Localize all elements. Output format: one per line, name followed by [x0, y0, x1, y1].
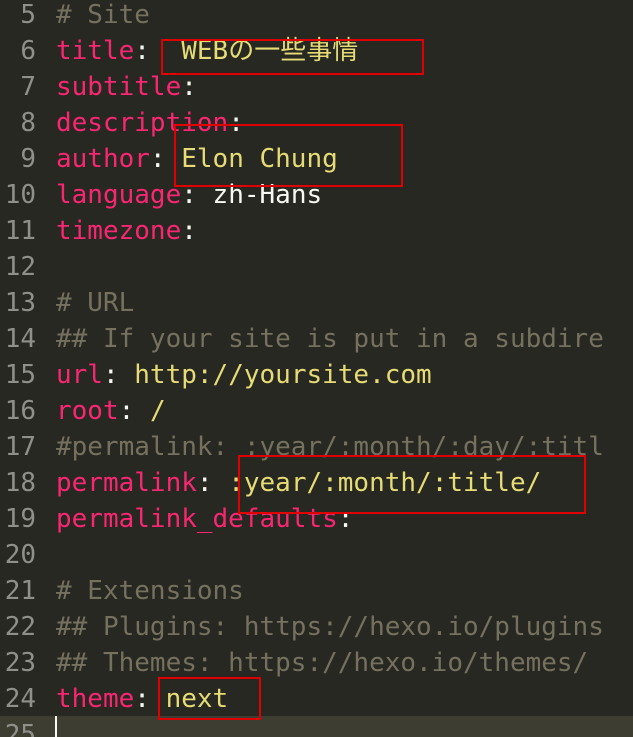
line-number: 15 [4, 360, 36, 390]
code-line[interactable]: 24 theme: next [0, 681, 633, 717]
code-line[interactable]: 12 [0, 249, 633, 285]
line-number: 7 [20, 72, 36, 102]
line-content: # URL [56, 285, 134, 321]
line-number: 16 [4, 396, 36, 426]
code-line[interactable]: 25 [0, 717, 633, 737]
line-number: 8 [20, 108, 36, 138]
line-number: 20 [4, 540, 36, 570]
token-punc: : [149, 144, 182, 174]
token-punc: : [181, 72, 197, 102]
line-number: 11 [4, 216, 36, 246]
token-comment: ## Themes: https://hexo.io/themes/ [56, 648, 589, 678]
token-key: subtitle [56, 72, 182, 102]
token-key: url [56, 360, 103, 390]
token-punc: : [337, 504, 354, 534]
token-comment: #permalink: :year/:month/:day/:titl [56, 432, 604, 462]
token-plain: zh-Hans [212, 180, 323, 210]
token-key: author [56, 144, 150, 174]
line-content: title: WEBの一些事情 [56, 33, 358, 69]
line-content: timezone: [56, 213, 197, 249]
token-key: permalink [56, 468, 197, 498]
line-number: 14 [4, 324, 36, 354]
code-line[interactable]: 10 language: zh-Hans [0, 177, 633, 213]
code-line[interactable]: 19 permalink_defaults: [0, 501, 633, 537]
line-content: ## Themes: https://hexo.io/themes/ [56, 645, 588, 681]
token-key: theme [56, 684, 135, 714]
token-punc: : [228, 108, 244, 138]
token-punc: : [102, 360, 135, 390]
token-punc: : [134, 684, 166, 714]
line-content: author: Elon Chung [56, 141, 338, 177]
line-content: # Extensions [56, 573, 244, 609]
code-line[interactable]: 17 #permalink: :year/:month/:day/:titl [0, 429, 633, 465]
token-val: Elon Chung [181, 144, 338, 174]
token-val: next [165, 684, 229, 714]
token-key: description [56, 108, 229, 138]
code-line[interactable]: 22 ## Plugins: https://hexo.io/plugins [0, 609, 633, 645]
line-number: 22 [4, 612, 36, 642]
code-editor[interactable]: 5 # Site 6 title: WEBの一些事情 7 subtitle: 8 descri… [0, 0, 633, 737]
line-number: 9 [20, 144, 36, 174]
token-val: WEBの一些事情 [181, 36, 359, 66]
token-comment: # Extensions [56, 576, 244, 606]
line-number: 21 [4, 576, 36, 606]
line-number: 24 [4, 684, 36, 714]
token-punc: : [196, 468, 229, 498]
token-comment: ## If your site is put in a subdire [56, 324, 604, 354]
line-content: permalink: :year/:month/:title/ [56, 465, 541, 501]
text-cursor [55, 716, 57, 737]
line-number: 12 [4, 252, 36, 282]
line-content: #permalink: :year/:month/:day/:titl [56, 429, 604, 465]
token-comment: # URL [56, 288, 135, 318]
token-val: / [149, 396, 166, 426]
code-line[interactable]: 16 root: / [0, 393, 633, 429]
code-line[interactable]: 9 author: Elon Chung [0, 141, 633, 177]
code-line[interactable]: 11 timezone: [0, 213, 633, 249]
code-line[interactable]: 20 [0, 537, 633, 573]
line-number: 10 [4, 180, 36, 210]
token-punc: : [181, 216, 197, 246]
token-key: language [56, 180, 182, 210]
line-number: 13 [4, 288, 36, 318]
line-content: # Site [56, 0, 150, 33]
line-content: ## Plugins: https://hexo.io/plugins [56, 609, 604, 645]
code-line[interactable]: 7 subtitle: [0, 69, 633, 105]
code-line[interactable]: 6 title: WEBの一些事情 [0, 33, 633, 69]
token-key: timezone [56, 216, 182, 246]
line-content: permalink_defaults: [56, 501, 353, 537]
code-line[interactable]: 23 ## Themes: https://hexo.io/themes/ [0, 645, 633, 681]
line-content: language: zh-Hans [56, 177, 322, 213]
token-key: permalink_defaults [56, 504, 338, 534]
line-number: 25 [4, 720, 36, 737]
token-punc: : [181, 180, 213, 210]
token-key: root [56, 396, 119, 426]
token-punc: : [134, 36, 182, 66]
token-key: title [56, 36, 135, 66]
line-number: 17 [4, 432, 36, 462]
line-content: root: / [56, 393, 166, 429]
line-number: 19 [4, 504, 36, 534]
line-number: 6 [20, 36, 36, 66]
code-line[interactable]: 5 # Site [0, 0, 633, 33]
line-number: 23 [4, 648, 36, 678]
code-line[interactable]: 13 # URL [0, 285, 633, 321]
code-line[interactable]: 15 url: http://yoursite.com [0, 357, 633, 393]
line-content: url: http://yoursite.com [56, 357, 432, 393]
line-content: description: [56, 105, 244, 141]
line-content: ## If your site is put in a subdire [56, 321, 604, 357]
line-content: subtitle: [56, 69, 197, 105]
token-val: :year/:month/:title/ [228, 468, 542, 498]
line-number: 5 [20, 0, 36, 30]
line-number: 18 [4, 468, 36, 498]
line-content: theme: next [56, 681, 228, 717]
code-line[interactable]: 18 permalink: :year/:month/:title/ [0, 465, 633, 501]
token-val: http://yoursite.com [134, 360, 432, 390]
code-line[interactable]: 8 description: [0, 105, 633, 141]
token-comment: ## Plugins: https://hexo.io/plugins [56, 612, 604, 642]
code-line[interactable]: 14 ## If your site is put in a subdire [0, 321, 633, 357]
code-line[interactable]: 21 # Extensions [0, 573, 633, 609]
token-comment: # Site [56, 0, 150, 30]
token-punc: : [118, 396, 150, 426]
